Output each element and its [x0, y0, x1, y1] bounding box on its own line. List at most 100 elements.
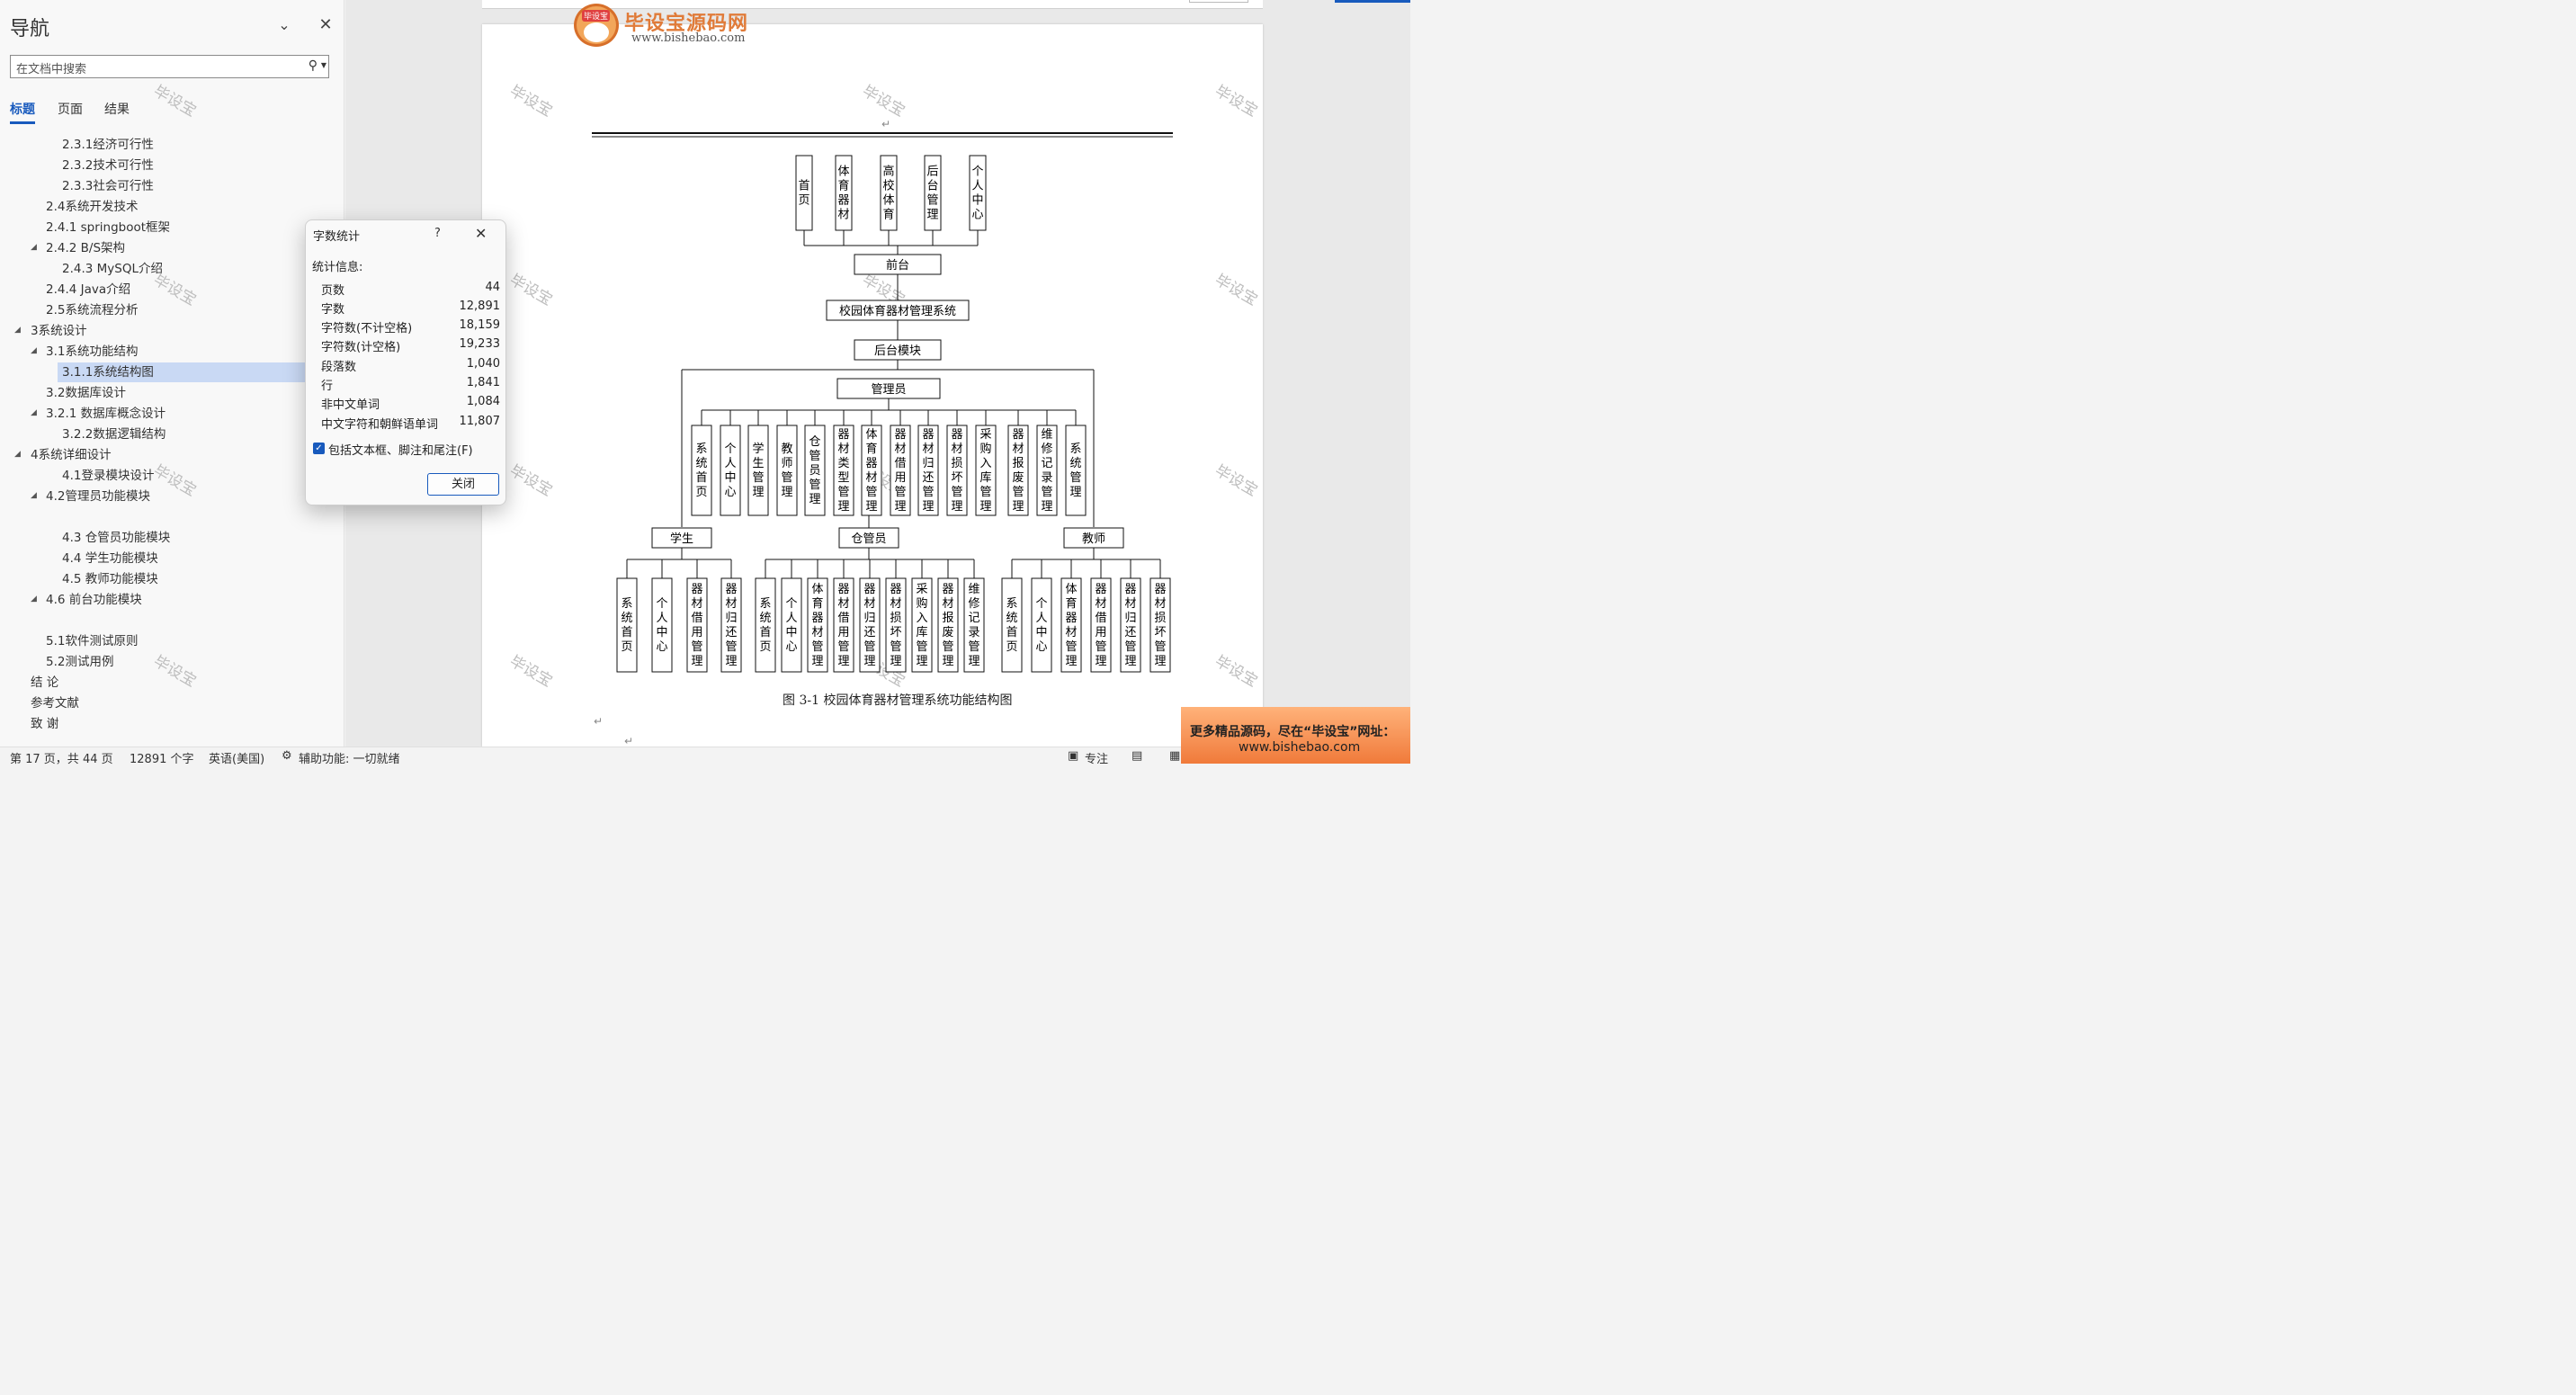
keeper-module-box: 器材借用管理	[833, 577, 854, 673]
focus-mode[interactable]: 专注	[1085, 749, 1108, 766]
include-textboxes-checkbox[interactable]: ✓	[313, 443, 325, 454]
keeper-module-box-char: 归	[863, 612, 875, 625]
nav-heading-item[interactable]: 2.4.3 MySQL介绍	[62, 259, 163, 279]
student-module-box-char: 理	[691, 655, 702, 668]
close-icon[interactable]: ✕	[475, 225, 487, 242]
top-module-box-char: 高	[882, 165, 894, 179]
close-button[interactable]: 关闭	[427, 473, 499, 496]
keeper-module-box: 器材损坏管理	[885, 577, 907, 673]
top-module-box-char: 育	[882, 208, 894, 222]
teacher-module-box: 个人中心	[1031, 577, 1052, 673]
collapse-arrow-icon[interactable]: ◢	[14, 450, 21, 459]
nav-heading-item[interactable]: 4.6 前台功能模块	[46, 590, 142, 610]
read-mode-icon[interactable]: ▤	[1131, 749, 1142, 763]
search-input[interactable]: 在文档中搜索 ⚲ ▼	[10, 55, 329, 78]
nav-heading-item[interactable]: 3.2.1 数据库概念设计	[46, 404, 165, 424]
nav-heading-item[interactable]: 4.1登录模块设计	[62, 466, 154, 486]
nav-heading-item[interactable]: 4.3 仓管员功能模块	[62, 528, 170, 548]
keeper-module-box-char: 管	[968, 640, 979, 654]
admin-module-box-char: 学	[752, 442, 764, 456]
search-icon[interactable]: ⚲	[309, 58, 318, 73]
collapse-arrow-icon[interactable]: ◢	[31, 408, 37, 417]
page-count[interactable]: 第 17 页，共 44 页	[10, 749, 113, 766]
nav-heading-item[interactable]: 2.3.3社会可行性	[62, 176, 154, 196]
collapse-arrow-icon[interactable]: ◢	[31, 595, 37, 604]
admin-module-box-char: 理	[922, 500, 934, 514]
collapse-arrow-icon[interactable]: ◢	[14, 326, 21, 335]
stats-label: 统计信息:	[312, 261, 363, 274]
collapse-arrow-icon[interactable]: ◢	[31, 491, 37, 500]
print-layout-icon[interactable]: ▦	[1169, 749, 1180, 763]
logo-face	[584, 22, 609, 42]
tab-headings[interactable]: 标题	[10, 100, 35, 118]
help-icon[interactable]: ?	[434, 227, 441, 240]
keeper-module-box-char: 统	[759, 612, 771, 625]
collapse-arrow-icon[interactable]: ◢	[31, 346, 37, 355]
top-module-box-char: 台	[926, 180, 938, 193]
admin-module-box-char: 材	[1012, 443, 1024, 456]
language[interactable]: 英语(美国)	[209, 749, 264, 766]
student-module-box-char: 系	[621, 597, 632, 611]
nav-heading-item[interactable]: 5.1软件测试原则	[46, 631, 138, 651]
watermark: 毕设宝	[150, 271, 200, 310]
student-module-box-char: 理	[725, 655, 737, 668]
teacher-module-box-char: 材	[1065, 626, 1077, 639]
stat-value: 1,841	[466, 376, 500, 389]
nav-heading-item[interactable]: 2.4.4 Java介绍	[46, 280, 130, 300]
student-module-box-char: 用	[691, 626, 702, 639]
student-module-box-char: 页	[621, 640, 632, 654]
nav-heading-item[interactable]: 3.1系统功能结构	[46, 342, 138, 362]
keeper-module-box-char: 库	[916, 625, 927, 639]
stat-value: 11,807	[459, 415, 501, 428]
admin-module-box: 器材报废管理	[1007, 425, 1029, 516]
keeper-module-box: 维修记录管理	[963, 577, 985, 673]
nav-heading-item[interactable]: 2.5系统流程分析	[46, 300, 138, 320]
nav-heading-item[interactable]: 4.5 教师功能模块	[62, 569, 158, 589]
accessibility-icon[interactable]: ⚙	[282, 749, 292, 763]
checkbox-label[interactable]: 包括文本框、脚注和尾注(F)	[328, 441, 473, 458]
nav-heading-item[interactable]: 2.3.2技术可行性	[62, 156, 154, 175]
nav-heading-item[interactable]: 3.2.2数据逻辑结构	[62, 425, 165, 444]
chevron-down-icon[interactable]: ▼	[321, 61, 326, 69]
top-module-box-char: 管	[926, 194, 938, 208]
nav-heading-item[interactable]: 致 谢	[31, 714, 58, 734]
keeper-module-box-char: 首	[759, 626, 771, 639]
admin-module-box-char: 器	[865, 457, 877, 470]
admin-module-box: 采购入库管理	[975, 425, 997, 516]
nav-heading-item[interactable]: 3系统设计	[31, 321, 87, 341]
keeper-module-box-char: 系	[759, 597, 771, 611]
chevron-down-icon[interactable]: ⌄	[275, 16, 293, 34]
top-module-box-char: 人	[971, 180, 983, 193]
student-module-box-char: 个	[656, 597, 667, 611]
toolbar-button[interactable]	[1189, 0, 1248, 3]
accessibility-status[interactable]: 辅助功能: 一切就绪	[299, 749, 400, 766]
tab-pages[interactable]: 页面	[58, 100, 83, 118]
nav-heading-item[interactable]: 结 论	[31, 673, 58, 693]
focus-icon[interactable]: ▣	[1068, 749, 1078, 763]
student-module-box-char: 器	[691, 583, 702, 596]
teacher-module-box-char: 坏	[1154, 626, 1166, 639]
toolbar-button-primary[interactable]	[1335, 0, 1410, 3]
nav-heading-item[interactable]: 5.2测试用例	[46, 652, 113, 672]
nav-heading-item[interactable]: 4.4 学生功能模块	[62, 549, 158, 568]
nav-heading-item[interactable]: 4.2管理员功能模块	[46, 487, 150, 506]
keeper-module-box: 器材报废管理	[937, 577, 959, 673]
nav-heading-item[interactable]: 2.4.2 B/S架构	[46, 238, 125, 258]
stat-value: 1,084	[466, 395, 500, 408]
admin-module-box-char: 理	[837, 500, 849, 514]
nav-heading-item[interactable]: 参考文献	[31, 693, 79, 713]
nav-heading-item[interactable]: 4系统详细设计	[31, 445, 112, 465]
nav-heading-item-selected[interactable]: 3.1.1系统结构图	[58, 362, 306, 382]
word-count[interactable]: 12891 个字	[130, 749, 194, 766]
tab-results[interactable]: 结果	[104, 100, 130, 118]
close-icon[interactable]: ✕	[317, 15, 335, 34]
paragraph-mark: ↵	[624, 735, 634, 747]
collapse-arrow-icon[interactable]: ◢	[31, 243, 37, 252]
teacher-module-box-char: 用	[1095, 626, 1106, 639]
nav-heading-item[interactable]: 2.3.1经济可行性	[62, 135, 154, 155]
teacher-module-box-char: 系	[1006, 597, 1017, 611]
nav-heading-item[interactable]: 2.4.1 springboot框架	[46, 218, 170, 237]
teacher-module-box-char: 归	[1124, 612, 1136, 625]
nav-heading-item[interactable]: 3.2数据库设计	[46, 383, 126, 403]
nav-heading-item[interactable]: 2.4系统开发技术	[46, 197, 138, 217]
